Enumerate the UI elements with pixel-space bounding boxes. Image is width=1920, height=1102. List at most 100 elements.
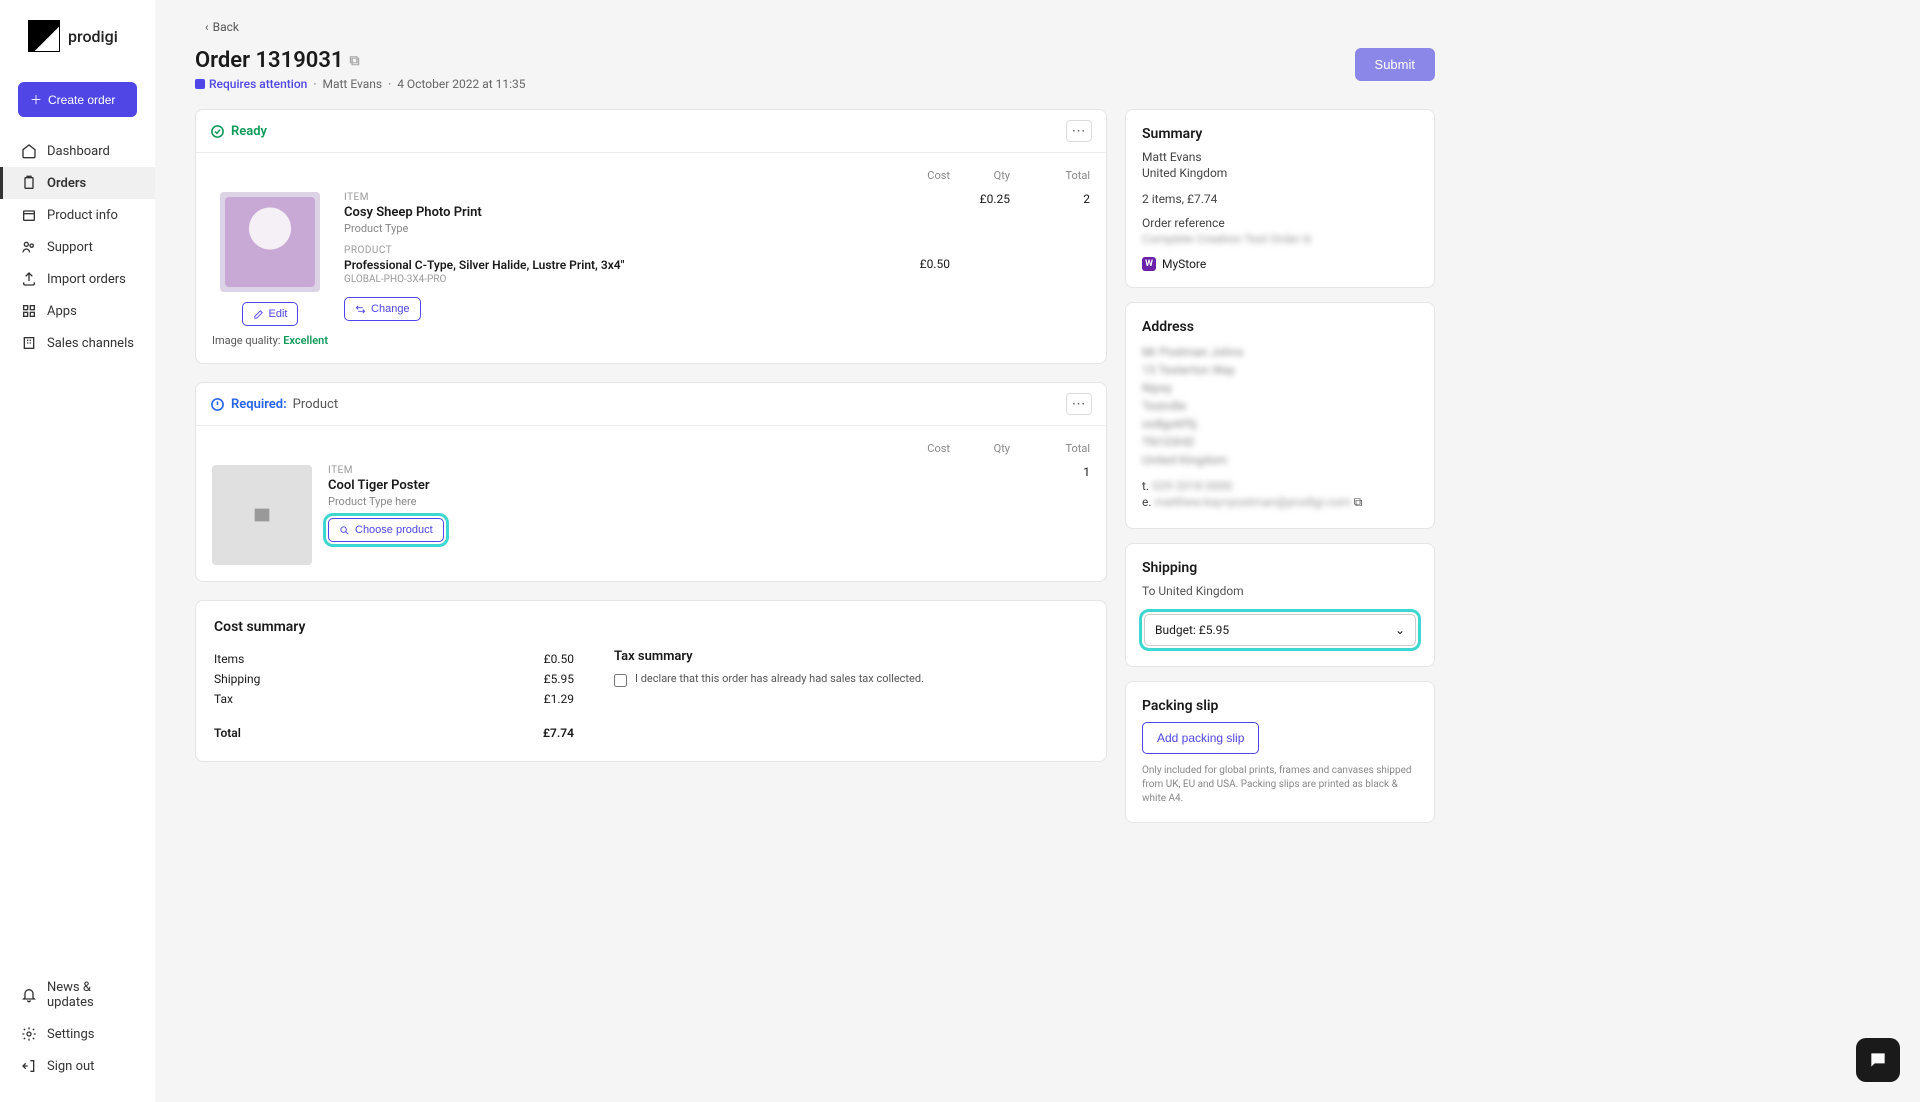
nav-label: Dashboard <box>47 144 110 159</box>
logo[interactable]: prodigi <box>0 20 155 72</box>
alert-circle-icon <box>210 397 225 412</box>
gear-icon <box>21 1026 37 1042</box>
submit-button[interactable]: Submit <box>1355 48 1435 81</box>
status-required: Required: Product <box>210 397 338 412</box>
nav-orders[interactable]: Orders <box>0 167 155 199</box>
sku: GLOBAL-PHO-3X4-PRO <box>344 274 880 285</box>
order-ref-value: Complete Creation Test Order ⧉ <box>1142 232 1418 247</box>
nav-product-info[interactable]: Product info <box>0 199 155 231</box>
store-name: MyStore <box>1162 257 1206 271</box>
bell-icon <box>21 987 37 1003</box>
item-qty: 2 <box>1010 192 1090 257</box>
nav-label: Support <box>47 240 93 255</box>
nav-label: Settings <box>47 1027 94 1042</box>
change-button[interactable]: Change <box>344 297 421 321</box>
address-panel: Address Mr Postman Johns15 Testerton Way… <box>1125 302 1435 529</box>
nav-settings[interactable]: Settings <box>0 1018 155 1050</box>
copy-icon[interactable]: ⧉ <box>1303 232 1312 246</box>
tax-summary-title: Tax summary <box>614 649 1088 664</box>
item-type: Product Type here <box>328 495 880 508</box>
choose-product-button[interactable]: Choose product <box>328 518 444 542</box>
change-label: Change <box>371 303 410 315</box>
choose-product-label: Choose product <box>355 524 433 536</box>
nav-import-orders[interactable]: Import orders <box>0 263 155 295</box>
tax-declare-text: I declare that this order has already ha… <box>635 672 924 687</box>
nav-apps[interactable]: Apps <box>0 295 155 327</box>
customer-name: Matt Evans <box>322 77 382 91</box>
clipboard-icon <box>21 175 37 191</box>
grid-icon <box>21 303 37 319</box>
chat-fab[interactable] <box>1856 1038 1900 1082</box>
packing-title: Packing slip <box>1142 698 1418 714</box>
home-icon <box>21 143 37 159</box>
section-label: PRODUCT <box>344 245 880 256</box>
status-dot-icon <box>195 79 205 89</box>
create-order-button[interactable]: ＋ Create order <box>18 82 137 117</box>
edit-button[interactable]: Edit <box>242 302 299 326</box>
cost-summary-card: Cost summary Items£0.50 Shipping£5.95 Ta… <box>195 600 1107 762</box>
item-qty: 1 <box>1010 465 1090 511</box>
chevron-down-icon: ⌄ <box>1395 623 1405 637</box>
line-item-card: Required: Product ⋯ Cost Qty To <box>195 382 1107 582</box>
chevron-left-icon: ‹ <box>205 20 209 34</box>
more-button[interactable]: ⋯ <box>1066 120 1092 142</box>
check-circle-icon <box>210 124 225 139</box>
shipping-to: To United Kingdom <box>1142 584 1418 598</box>
more-button[interactable]: ⋯ <box>1066 393 1092 415</box>
nav-label: Orders <box>47 176 86 191</box>
back-label: Back <box>213 20 239 34</box>
item-name: Cool Tiger Poster <box>328 478 880 493</box>
image-quality: Image quality: Excellent <box>212 334 328 347</box>
item-type: Product Type <box>344 222 880 235</box>
cost-total-val: £7.74 <box>543 726 574 740</box>
item-total: £0.50 <box>880 257 950 322</box>
chat-icon <box>1868 1050 1888 1070</box>
cost-ship-val: £5.95 <box>544 672 574 686</box>
sidebar: prodigi ＋ Create order Dashboard Orders … <box>0 0 155 1102</box>
cost-items-val: £0.50 <box>544 652 574 666</box>
back-link[interactable]: ‹ Back <box>205 20 239 34</box>
status-text: Requires attention <box>209 77 307 91</box>
col-qty: Qty <box>950 442 1010 455</box>
summary-name: Matt Evans <box>1142 150 1418 164</box>
store-icon: W <box>1142 257 1156 271</box>
summary-country: United Kingdom <box>1142 166 1418 180</box>
shipping-select[interactable]: Budget: £5.95 ⌄ <box>1144 614 1416 646</box>
logo-icon <box>28 20 60 52</box>
swap-icon <box>355 304 366 315</box>
tax-declare-row[interactable]: I declare that this order has already ha… <box>614 672 1088 687</box>
nav-support[interactable]: Support <box>0 231 155 263</box>
building-icon <box>21 335 37 351</box>
nav-dashboard[interactable]: Dashboard <box>0 135 155 167</box>
shipping-selected: Budget: £5.95 <box>1155 623 1229 637</box>
tax-declare-checkbox[interactable] <box>614 674 627 687</box>
main-content: ‹ Back Order 1319031 ⧉ Requires attentio… <box>155 0 1475 1102</box>
cost-total-label: Total <box>214 726 241 740</box>
plus-icon: ＋ <box>30 91 42 108</box>
section-label: ITEM <box>344 192 880 203</box>
summary-panel: Summary Matt Evans United Kingdom 2 item… <box>1125 109 1435 288</box>
item-cost: £0.25 <box>950 192 1010 257</box>
page-title: Order 1319031 ⧉ <box>195 48 359 73</box>
box-icon <box>21 207 37 223</box>
timestamp: 4 October 2022 at 11:35 <box>397 77 525 91</box>
ready-label: Ready <box>231 124 267 139</box>
cost-tax-label: Tax <box>214 692 233 706</box>
add-packing-slip-button[interactable]: Add packing slip <box>1142 722 1259 754</box>
cost-tax-val: £1.29 <box>544 692 574 706</box>
item-name: Cosy Sheep Photo Print <box>344 205 880 220</box>
shipping-panel: Shipping To United Kingdom Budget: £5.95… <box>1125 543 1435 667</box>
col-cost: Cost <box>880 169 950 182</box>
product-line: Professional C-Type, Silver Halide, Lust… <box>344 258 880 272</box>
nav-sales-channels[interactable]: Sales channels <box>0 327 155 359</box>
nav-news[interactable]: News & updates <box>0 972 155 1018</box>
copy-icon[interactable]: ⧉ <box>349 53 359 69</box>
nav-signout[interactable]: Sign out <box>0 1050 155 1082</box>
cost-items-label: Items <box>214 652 244 666</box>
copy-icon[interactable]: ⧉ <box>1354 495 1363 509</box>
address-title: Address <box>1142 319 1418 335</box>
col-total: Total <box>1010 442 1090 455</box>
item-thumbnail-placeholder <box>212 465 312 565</box>
shipping-title: Shipping <box>1142 560 1418 576</box>
nav-label: News & updates <box>47 980 137 1010</box>
